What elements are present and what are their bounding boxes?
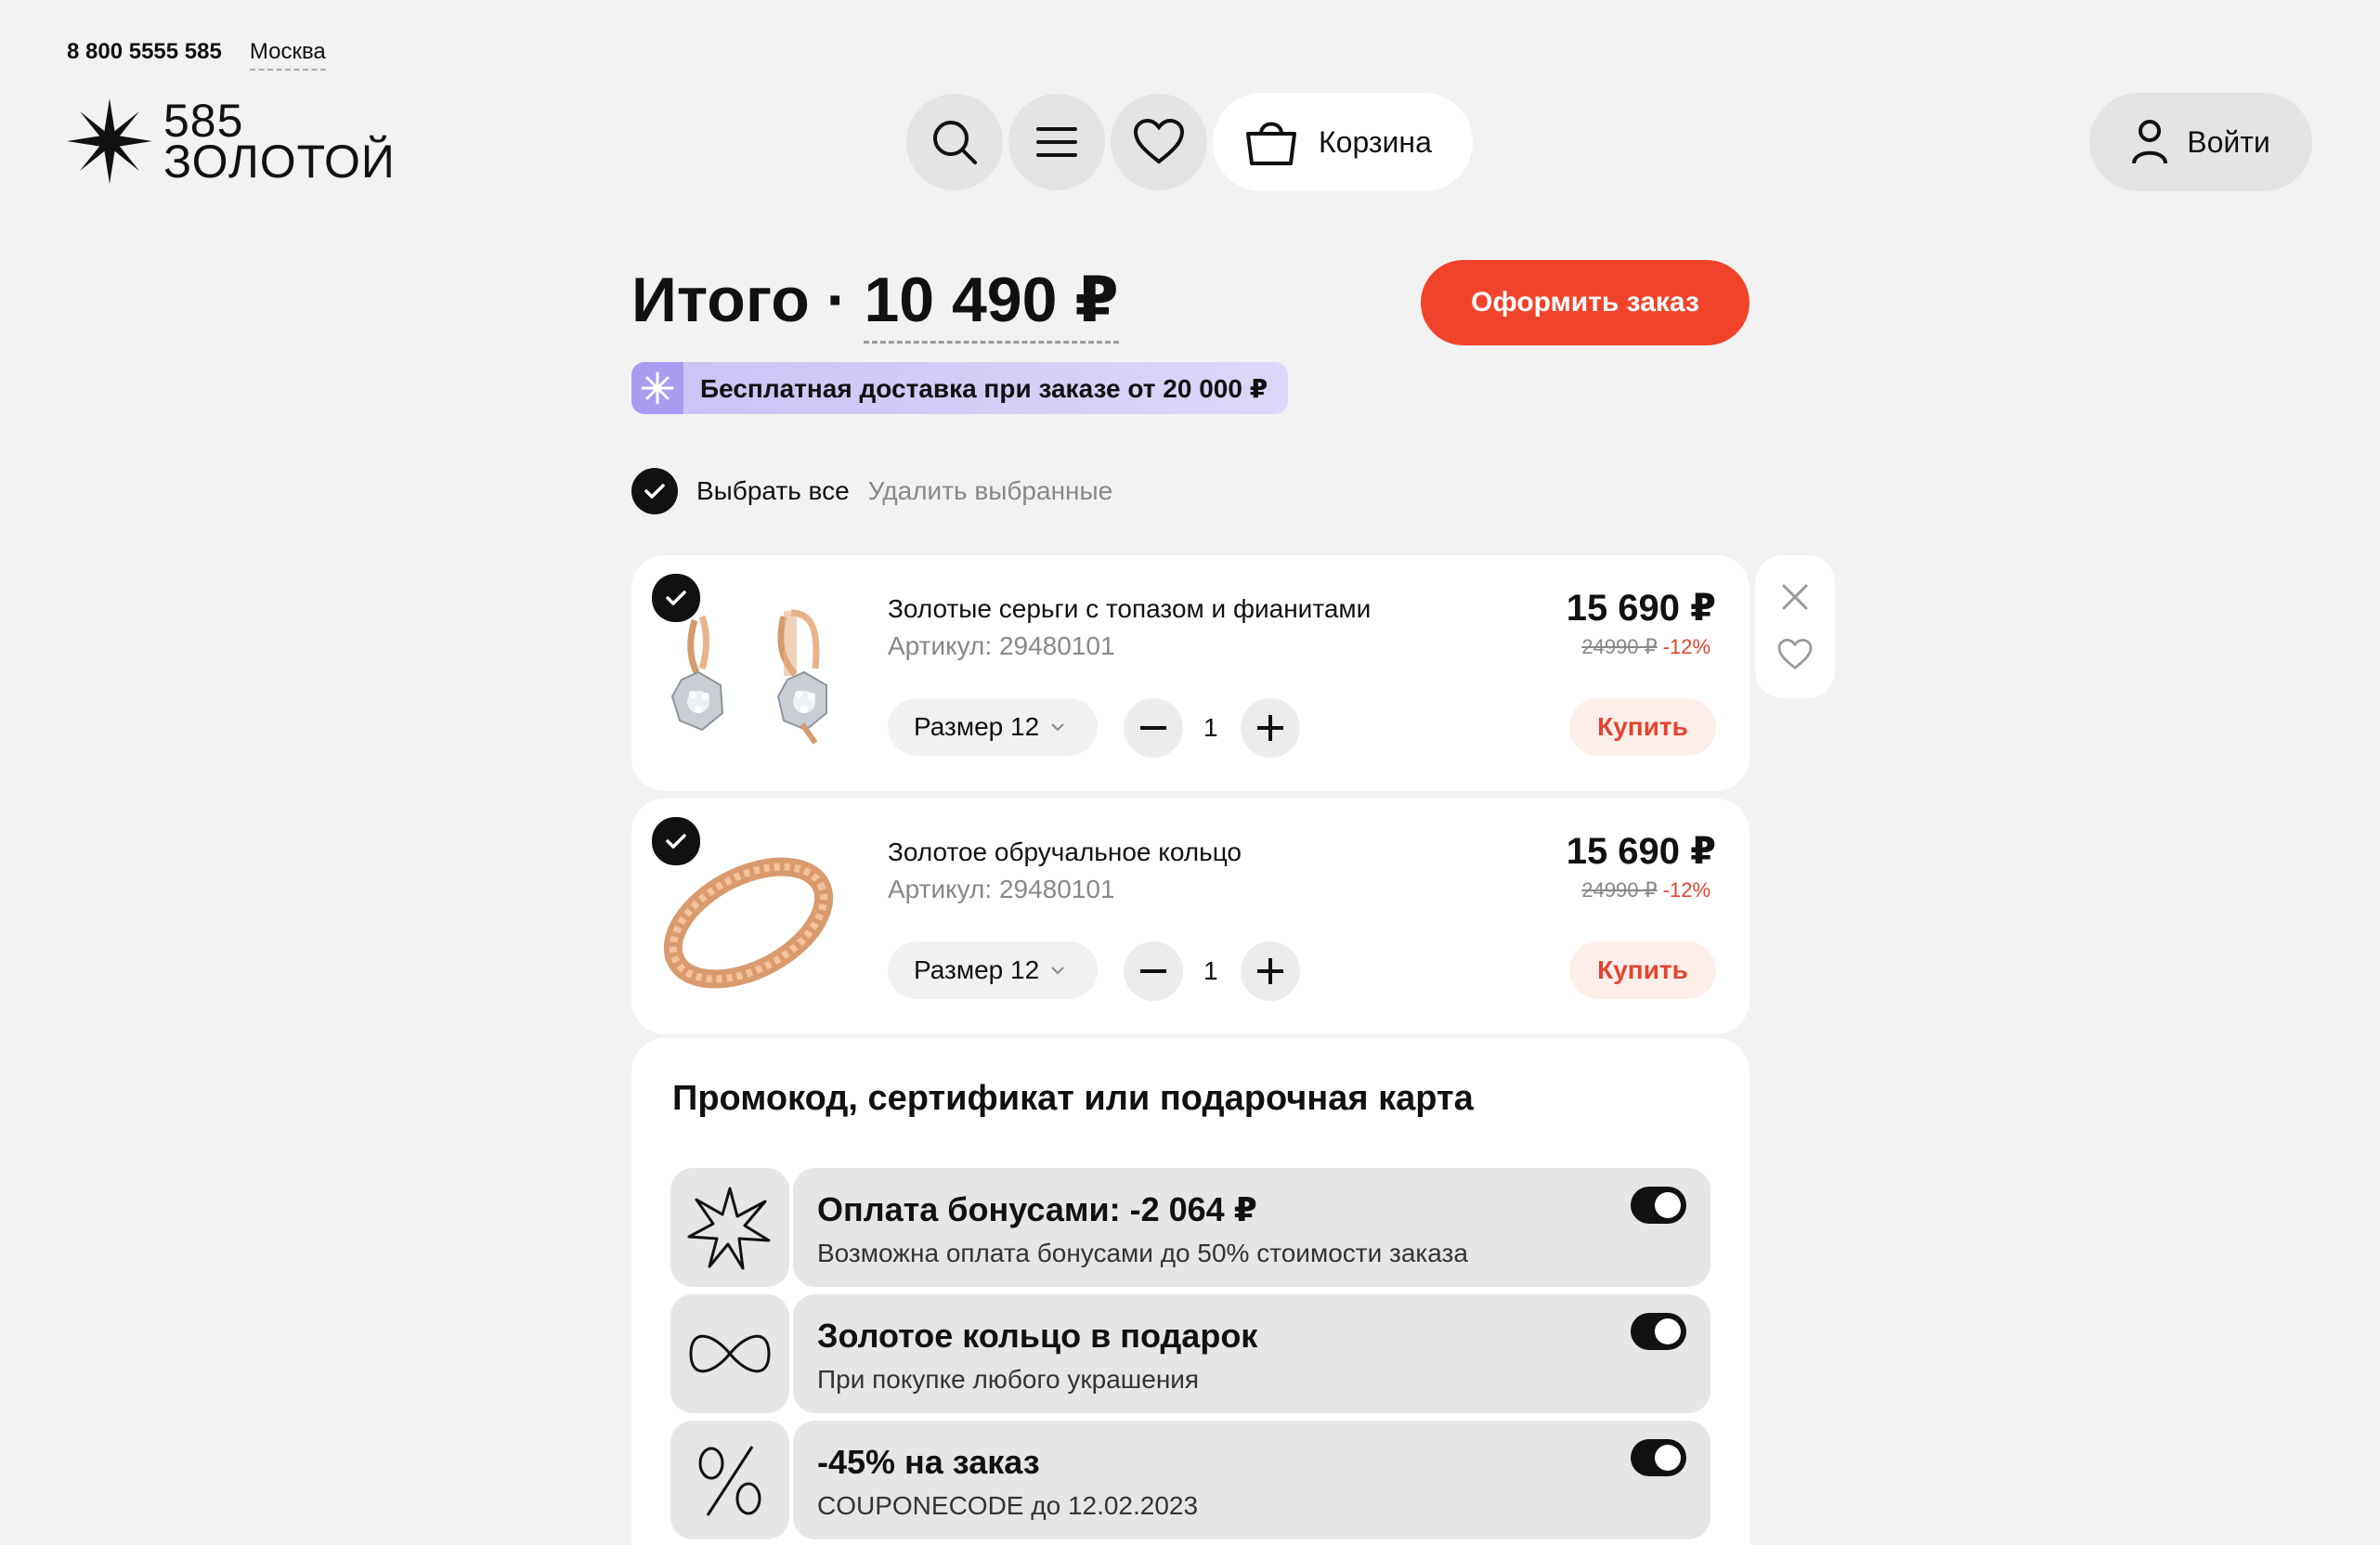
favorites-button[interactable]	[1111, 94, 1207, 190]
offer-body: Оплата бонусами: -2 064 ₽ Возможна оплат…	[793, 1168, 1710, 1287]
delete-selected-button[interactable]: Удалить выбранные	[868, 476, 1112, 506]
offer-title: Золотое кольцо в подарок	[817, 1317, 1258, 1355]
logo-text: 585 ЗОЛОТОЙ	[163, 97, 396, 188]
checkmark-icon	[666, 591, 686, 605]
item-article: Артикул: 29480101	[888, 875, 1115, 903]
search-icon	[933, 121, 977, 164]
size-label: Размер 12	[914, 955, 1040, 984]
gift-toggle[interactable]	[1631, 1313, 1686, 1350]
minus-icon	[1140, 726, 1166, 730]
offer-bonus: Оплата бонусами: -2 064 ₽ Возможна оплат…	[670, 1168, 1710, 1287]
checkmark-icon	[644, 484, 665, 499]
plus-icon	[1257, 715, 1283, 741]
quantity-value: 1	[1203, 713, 1218, 742]
buy-button[interactable]: Купить	[1569, 698, 1716, 756]
order-total: Итого · 10 490 ₽	[631, 264, 1119, 344]
promo-heading[interactable]: Промокод, сертификат или подарочная карт…	[672, 1079, 1474, 1119]
quantity-decrease-button[interactable]	[1124, 698, 1183, 758]
promo-section: Промокод, сертификат или подарочная карт…	[631, 1038, 1749, 1545]
coupon-toggle[interactable]	[1631, 1439, 1686, 1476]
size-dropdown[interactable]: Размер 12	[888, 698, 1098, 756]
heart-icon	[1133, 119, 1185, 164]
close-icon[interactable]	[1781, 583, 1809, 611]
size-dropdown[interactable]: Размер 12	[888, 941, 1098, 999]
offer-subtitle: При покупке любого украшения	[817, 1365, 1200, 1394]
offer-gift-ring: Золотое кольцо в подарок При покупке люб…	[670, 1294, 1710, 1413]
item-discount: -12%	[1662, 635, 1710, 658]
top-info: 8 800 5555 585 Москва	[67, 39, 326, 71]
quantity-increase-button[interactable]	[1241, 698, 1300, 758]
logo-star-icon	[67, 98, 152, 184]
select-all-checkbox[interactable]	[631, 468, 678, 514]
offer-title: -45% на заказ	[817, 1443, 1040, 1481]
cart-item: Золотые серьги с топазом и фианитами Арт…	[631, 555, 1749, 791]
login-label: Войти	[2187, 124, 2270, 159]
plus-icon	[1257, 958, 1283, 984]
checkout-button[interactable]: Оформить заказ	[1421, 260, 1749, 345]
item-old-price-row: 24990 ₽ -12%	[1581, 878, 1710, 902]
heart-icon[interactable]	[1777, 639, 1813, 670]
delivery-text: Бесплатная доставка при заказе от 20 000…	[700, 373, 1268, 403]
basket-icon	[1246, 122, 1296, 165]
phone-link[interactable]: 8 800 5555 585	[67, 39, 222, 71]
ribbon-icon	[670, 1294, 789, 1413]
percent-icon	[670, 1421, 789, 1539]
item-article: Артикул: 29480101	[888, 631, 1115, 660]
main-nav: Корзина	[906, 93, 1473, 191]
user-icon	[2132, 120, 2168, 164]
quantity-increase-button[interactable]	[1241, 941, 1300, 1001]
logo-word: ЗОЛОТОЙ	[163, 136, 396, 188]
item-old-price-row: 24990 ₽ -12%	[1581, 635, 1710, 659]
total-amount[interactable]: 10 490 ₽	[864, 264, 1119, 344]
bonus-toggle[interactable]	[1631, 1187, 1686, 1224]
login-button[interactable]: Войти	[2089, 93, 2312, 191]
item-side-actions	[1755, 555, 1835, 698]
offer-subtitle: COUPONECODE до 12.02.2023	[817, 1491, 1199, 1520]
minus-icon	[1140, 969, 1166, 973]
checkmark-icon	[666, 834, 686, 849]
buy-button[interactable]: Купить	[1569, 941, 1716, 999]
cart-label: Корзина	[1319, 124, 1432, 159]
item-price: 15 690 ₽	[1566, 588, 1716, 629]
offer-title: Оплата бонусами: -2 064 ₽	[817, 1190, 1257, 1228]
chevron-down-icon	[1051, 723, 1064, 732]
delivery-banner: Бесплатная доставка при заказе от 20 000…	[631, 362, 1289, 414]
sparkle-icon	[631, 362, 683, 414]
total-separator: ·	[826, 265, 848, 335]
item-price: 15 690 ₽	[1566, 831, 1716, 872]
menu-button[interactable]	[1008, 94, 1105, 190]
total-label: Итого	[631, 265, 810, 335]
cart-item: Золотое обручальное кольцо Артикул: 2948…	[631, 798, 1749, 1034]
page: 8 800 5555 585 Москва 585 ЗОЛОТОЙ Корзин…	[0, 0, 2380, 1545]
select-all-label[interactable]: Выбрать все	[696, 476, 850, 506]
logo[interactable]: 585 ЗОЛОТОЙ	[65, 97, 396, 186]
size-label: Размер 12	[914, 712, 1040, 741]
item-checkbox[interactable]	[652, 817, 700, 865]
offer-body: Золотое кольцо в подарок При покупке люб…	[793, 1294, 1710, 1413]
offer-body: -45% на заказ COUPONECODE до 12.02.2023	[793, 1421, 1710, 1539]
cart-button[interactable]: Корзина	[1213, 93, 1473, 191]
quantity-value: 1	[1203, 956, 1218, 985]
item-old-price: 24990 ₽	[1581, 878, 1658, 902]
offer-subtitle: Возможна оплата бонусами до 50% стоимост…	[817, 1239, 1468, 1267]
menu-icon	[1036, 127, 1077, 157]
item-title[interactable]: Золотое обручальное кольцо	[888, 837, 1242, 867]
search-button[interactable]	[906, 94, 1003, 190]
offer-discount: -45% на заказ COUPONECODE до 12.02.2023	[670, 1421, 1710, 1539]
item-old-price: 24990 ₽	[1581, 635, 1658, 658]
city-selector[interactable]: Москва	[249, 39, 326, 71]
item-title[interactable]: Золотые серьги с топазом и фианитами	[888, 594, 1371, 624]
item-discount: -12%	[1662, 878, 1710, 902]
starburst-icon	[670, 1168, 789, 1287]
quantity-decrease-button[interactable]	[1124, 941, 1183, 1001]
chevron-down-icon	[1051, 967, 1064, 975]
selection-row: Выбрать все Удалить выбранные	[631, 468, 1112, 514]
item-checkbox[interactable]	[652, 574, 700, 622]
